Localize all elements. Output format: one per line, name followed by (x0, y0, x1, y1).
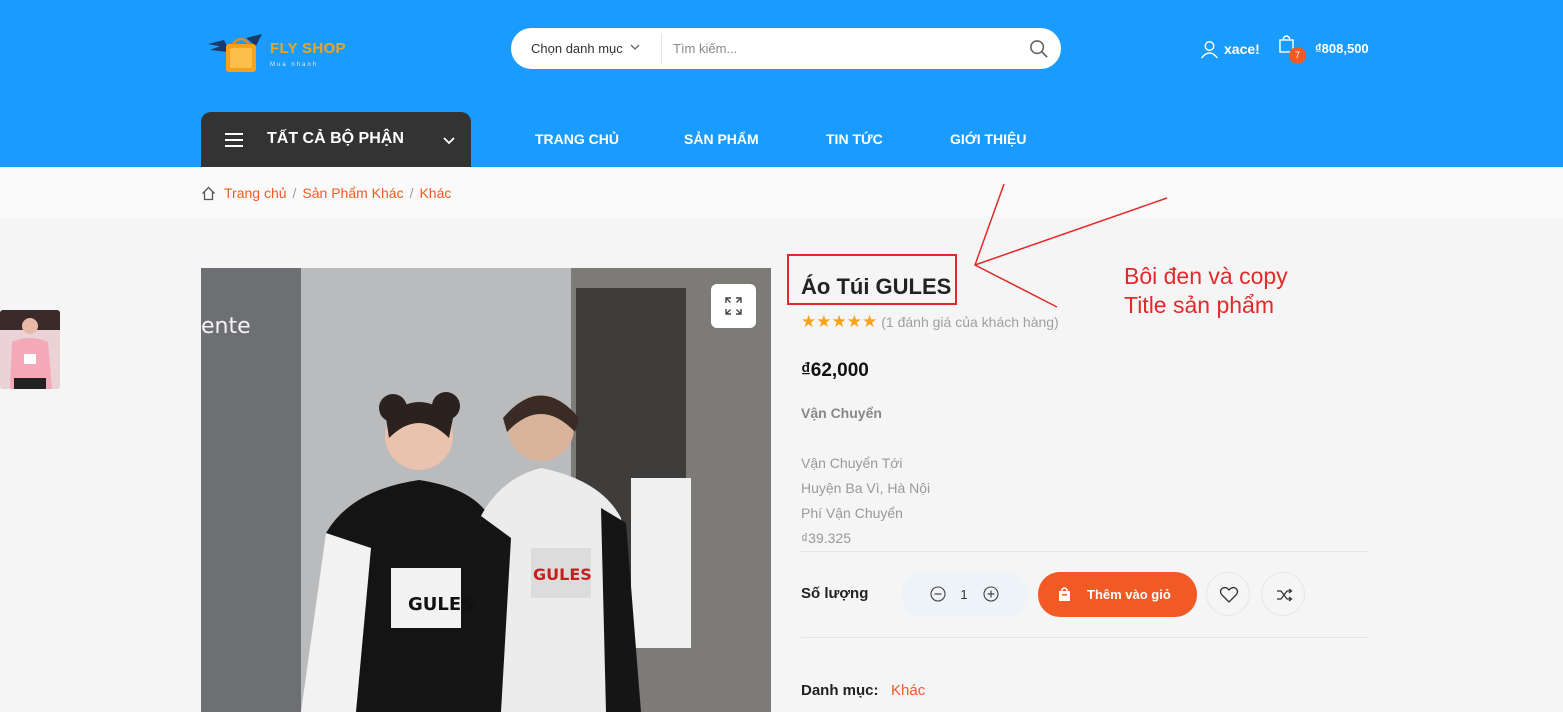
wishlist-button[interactable] (1206, 572, 1250, 616)
hoodie-right-text: GULES (533, 565, 592, 584)
cart-button[interactable]: 7 ₫808,500 (1278, 34, 1378, 64)
cart-count-badge: 7 (1289, 47, 1306, 64)
review-count-link[interactable]: (1 đánh giá của khách hàng) (881, 314, 1058, 330)
search-input[interactable] (673, 34, 1013, 63)
account-link[interactable]: xace! (1200, 38, 1260, 60)
star-icon: ★ (862, 312, 878, 331)
departments-label: TẤT CẢ BỘ PHẬN (267, 130, 404, 147)
nav-products[interactable]: SẢN PHẨM (684, 131, 759, 147)
logo-tagline: Mua nhanh (270, 62, 319, 68)
logo-icon (208, 34, 262, 72)
star-icon: ★ (846, 312, 862, 331)
heart-icon (1219, 586, 1239, 603)
nav-news[interactable]: TIN TỨC (826, 131, 883, 147)
product-main-image[interactable]: ente GULES GULES (201, 268, 771, 712)
annotation-text: Bôi đen và copy Title sản phẩm (1124, 262, 1288, 320)
category-label: Danh mục: (801, 682, 879, 699)
breadcrumb-separator: / (409, 185, 414, 201)
hoodie-left-text: GULES (408, 594, 474, 615)
quantity-label: Số lượng (801, 585, 869, 602)
logo[interactable]: FLY SHOP Mua nhanh (206, 32, 356, 76)
shop-sign-text: ente (201, 314, 251, 339)
star-icon: ★ (816, 312, 832, 331)
cart-total: ₫808,500 (1315, 41, 1369, 56)
breadcrumb: Trang chủ / Sản Phẩm Khác / Khác (201, 185, 451, 201)
add-to-cart-button[interactable]: Thêm vào giỏ (1038, 572, 1197, 617)
divider (801, 637, 1369, 638)
star-icon: ★ (831, 312, 847, 331)
plus-icon[interactable] (983, 586, 999, 602)
breadcrumb-home[interactable]: Trang chủ (224, 185, 287, 201)
menu-icon (225, 133, 243, 147)
breadcrumb-separator: / (292, 185, 297, 201)
breadcrumb-bar: Trang chủ / Sản Phẩm Khác / Khác (0, 167, 1563, 218)
shipping-to-label: Vận Chuyển Tới (801, 455, 903, 471)
breadcrumb-other-products[interactable]: Sản Phẩm Khác (302, 185, 403, 201)
product-title[interactable]: Áo Túi GULES (801, 274, 951, 300)
shipping-to-value[interactable]: Huyện Ba Vì, Hà Nội (801, 480, 930, 496)
divider (801, 551, 1369, 552)
site-header: FLY SHOP Mua nhanh Chọn danh mục xace! 7… (0, 0, 1563, 167)
product-thumbnail-image (0, 310, 60, 389)
search-icon[interactable] (1029, 39, 1049, 59)
shipping-heading: Vận Chuyển (801, 405, 882, 421)
chevron-down-icon (443, 137, 455, 145)
nav-home[interactable]: TRANG CHỦ (535, 131, 619, 147)
breadcrumb-current[interactable]: Khác (419, 185, 451, 201)
quantity-value[interactable]: 1 (955, 587, 973, 602)
product-photo: ente GULES GULES (201, 268, 771, 712)
product-rating: ★ ★ ★ ★ ★ (1 đánh giá của khách hàng) (801, 313, 1059, 330)
product-price: ₫62,000 (801, 360, 869, 381)
chevron-down-icon[interactable] (629, 41, 641, 53)
star-icon: ★ (801, 312, 817, 331)
search-category-select[interactable]: Chọn danh mục (531, 41, 623, 56)
add-to-cart-label: Thêm vào giỏ (1087, 587, 1171, 602)
search-bar: Chọn danh mục (511, 28, 1061, 69)
minus-icon[interactable] (930, 586, 946, 602)
user-icon (1200, 40, 1219, 58)
home-icon[interactable] (201, 186, 216, 201)
shipping-fee-label: Phí Vận Chuyển (801, 505, 903, 521)
zoom-image-button[interactable] (711, 284, 756, 328)
logo-title: FLY SHOP (270, 40, 346, 57)
product-thumbnail[interactable] (0, 310, 60, 389)
search-divider (661, 34, 662, 63)
annotation-line-2: Title sản phẩm (1124, 292, 1274, 318)
compare-button[interactable] (1261, 572, 1305, 616)
shopping-bag-icon (1059, 587, 1070, 601)
category-link[interactable]: Khác (891, 682, 925, 699)
quantity-stepper: 1 (901, 572, 1028, 617)
nav-about[interactable]: GIỚI THIỆU (950, 131, 1027, 147)
shipping-fee-value: ₫39.325 (801, 530, 852, 546)
shuffle-icon (1277, 588, 1293, 602)
annotation-line-1: Bôi đen và copy (1124, 263, 1288, 289)
departments-menu-button[interactable]: TẤT CẢ BỘ PHẬN (201, 112, 471, 167)
account-username: xace! (1224, 41, 1260, 57)
expand-icon (725, 297, 742, 315)
